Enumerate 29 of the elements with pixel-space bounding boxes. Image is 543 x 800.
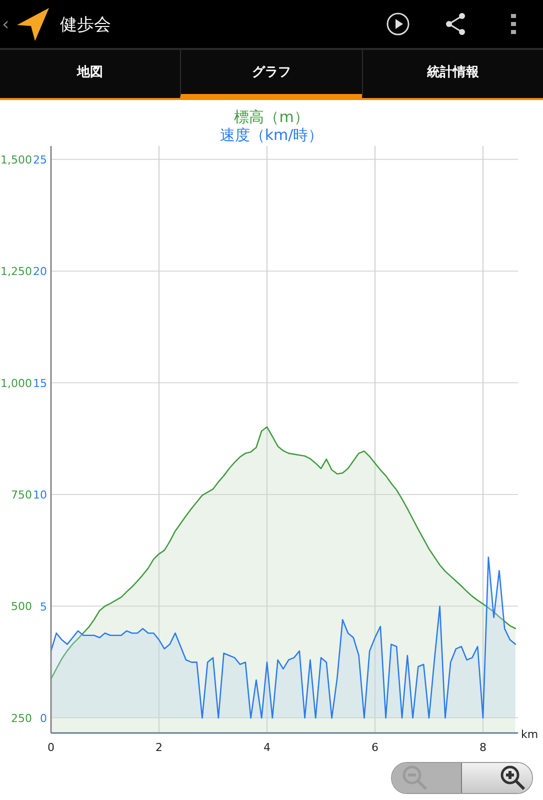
elevation-tick-label: 500 xyxy=(11,600,32,614)
speed-tick-label: 5 xyxy=(40,600,47,614)
tab[interactable]: グラフ xyxy=(180,50,362,98)
elevation-tick-label: 250 xyxy=(11,712,32,725)
zoom-in-button[interactable] xyxy=(462,763,532,793)
chart-title: 標高（m） xyxy=(234,108,309,126)
elevation-tick-label: 750 xyxy=(11,488,32,502)
speed-tick-label: 0 xyxy=(40,712,47,726)
navigation-arrow-icon[interactable] xyxy=(16,6,50,42)
x-tick-label: 2 xyxy=(156,741,162,754)
x-tick-label: 4 xyxy=(264,741,270,754)
x-tick-label: 0 xyxy=(48,741,54,754)
zoom-out-icon xyxy=(402,765,428,791)
speed-tick-label: 25 xyxy=(33,153,47,166)
tab[interactable]: 統計情報 xyxy=(362,50,543,98)
zoom-in-icon xyxy=(500,765,526,791)
x-axis-unit: km xyxy=(521,728,538,741)
speed-tick-label: 10 xyxy=(33,488,47,502)
x-tick-label: 8 xyxy=(480,741,486,754)
back-chevron[interactable]: ‹ xyxy=(0,14,14,34)
elevation-tick-label: 1,250 xyxy=(0,265,32,278)
app-title: 健歩会 xyxy=(60,14,112,36)
x-tick-label: 6 xyxy=(372,741,378,754)
elevation-tick-label: 1,500 xyxy=(0,153,32,166)
speed-tick-label: 15 xyxy=(33,376,47,390)
speed-tick-label: 20 xyxy=(33,265,47,278)
tab[interactable]: 地図 xyxy=(0,50,180,98)
elevation-tick-label: 1,000 xyxy=(0,376,32,390)
chart-title: 速度（km/時） xyxy=(220,126,324,144)
